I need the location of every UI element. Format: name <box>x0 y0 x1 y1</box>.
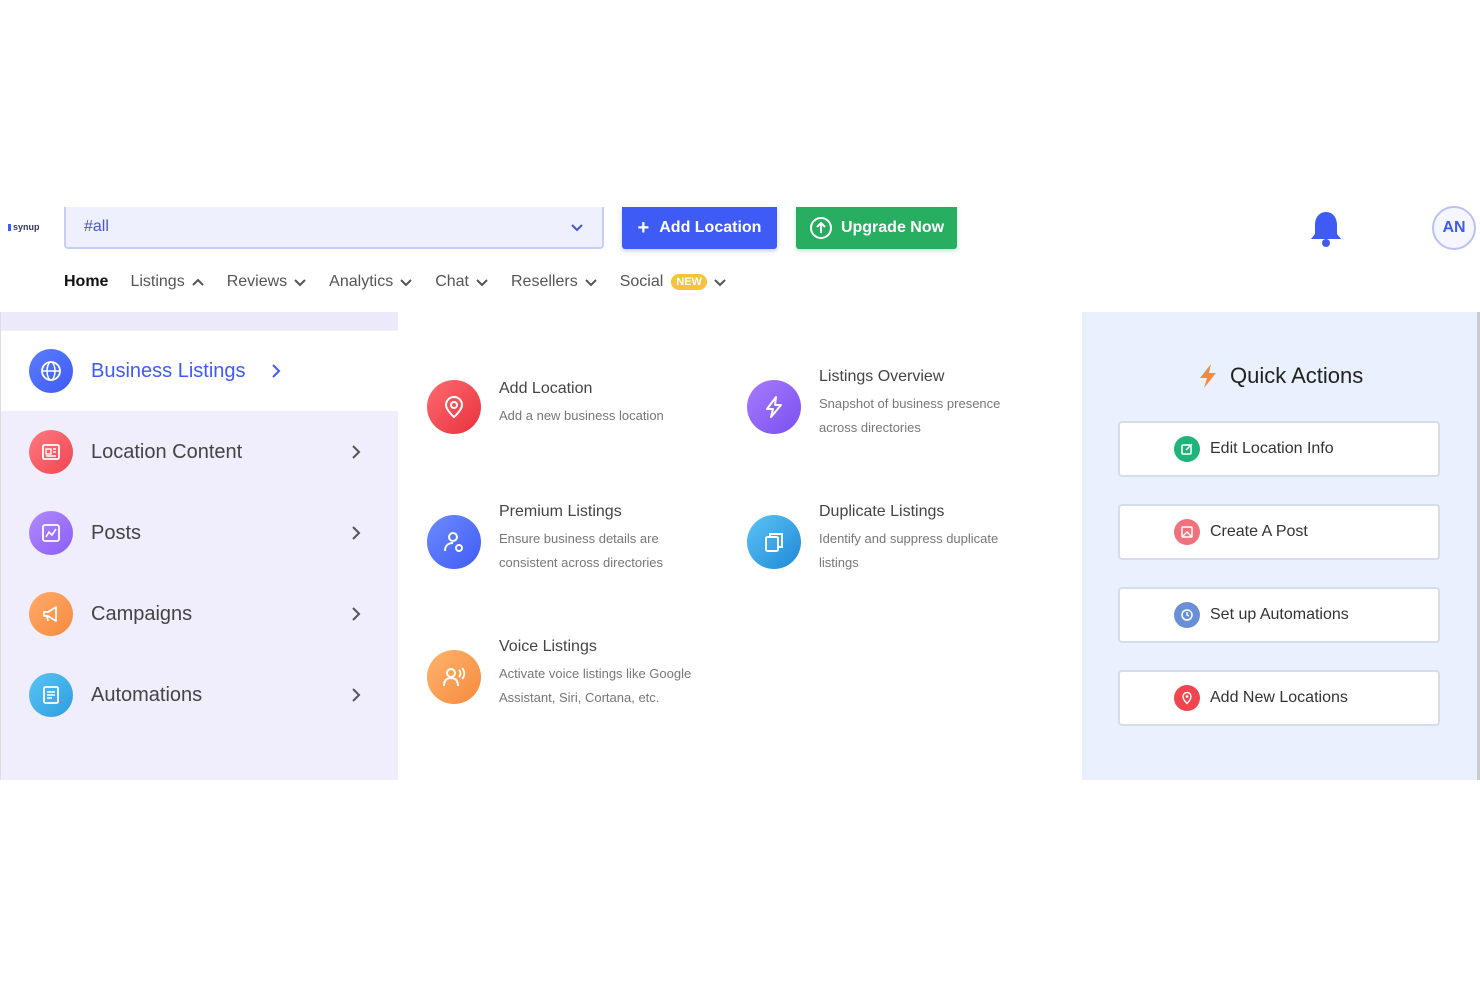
avatar-initials: AN <box>1442 219 1466 236</box>
nav-listings[interactable]: Listings <box>130 273 204 291</box>
add-new-locations-button[interactable]: Add New Locations <box>1118 670 1440 726</box>
edit-icon <box>1174 436 1200 462</box>
user-pin-icon <box>427 515 481 569</box>
chevron-right-icon <box>272 364 281 378</box>
menu-item-desc: Activate voice listings like Google Assi… <box>499 666 692 705</box>
user-avatar[interactable]: AN <box>1432 206 1476 250</box>
nav-chat[interactable]: Chat <box>435 273 489 291</box>
category-sidebar: Business Listings Location Content Posts <box>0 312 399 780</box>
category-automations[interactable]: Automations <box>1 655 399 735</box>
menu-item-voice-listings[interactable]: Voice Listings Activate voice listings l… <box>427 638 719 710</box>
location-select[interactable]: #all <box>64 207 604 249</box>
edit-location-info-button[interactable]: Edit Location Info <box>1118 421 1440 477</box>
nav-reviews[interactable]: Reviews <box>227 273 307 291</box>
menu-item-duplicate-listings[interactable]: Duplicate Listings Identify and suppress… <box>747 503 1039 575</box>
nav-resellers[interactable]: Resellers <box>511 273 598 291</box>
synup-logo[interactable]: synup <box>8 222 40 232</box>
chevron-right-icon <box>352 445 361 459</box>
menu-item-title: Duplicate Listings <box>819 503 945 520</box>
upgrade-now-button[interactable]: Upgrade Now <box>796 207 957 249</box>
nav-analytics[interactable]: Analytics <box>329 273 413 291</box>
chevron-down-icon <box>714 279 726 287</box>
upload-circle-icon <box>809 217 832 239</box>
category-location-content[interactable]: Location Content <box>1 412 399 492</box>
category-label: Posts <box>91 521 142 544</box>
voice-icon <box>427 650 481 704</box>
create-a-post-button[interactable]: Create A Post <box>1118 504 1440 560</box>
nav-social[interactable]: Social NEW <box>620 273 727 291</box>
nav-resellers-label: Resellers <box>511 273 578 290</box>
menu-item-title: Premium Listings <box>499 503 622 520</box>
clock-icon <box>1174 602 1200 628</box>
globe-icon <box>29 349 73 393</box>
plus-icon: + <box>637 217 650 239</box>
quick-action-label: Set up Automations <box>1210 606 1349 623</box>
nav-chat-label: Chat <box>435 273 469 290</box>
quick-actions-title: Quick Actions <box>1230 363 1364 388</box>
chevron-down-icon <box>476 279 488 287</box>
chevron-right-icon <box>352 526 361 540</box>
copy-icon <box>747 515 801 569</box>
chevron-down-icon <box>294 279 306 287</box>
menu-item-add-location[interactable]: Add Location Add a new business location <box>427 380 719 434</box>
nav-home[interactable]: Home <box>64 273 108 291</box>
location-pin-icon <box>1174 685 1200 711</box>
category-label: Automations <box>91 683 203 706</box>
chevron-down-icon <box>400 279 412 287</box>
megaphone-icon <box>29 592 73 636</box>
notification-bell-icon[interactable] <box>1308 209 1344 249</box>
listings-mega-menu: Business Listings Location Content Posts <box>0 312 1480 780</box>
nav-reviews-label: Reviews <box>226 273 288 290</box>
main-nav: Home Listings Reviews Analytics Chat Res… <box>64 273 749 291</box>
lightning-icon <box>747 380 801 434</box>
menu-item-title: Listings Overview <box>819 368 945 385</box>
menu-item-desc: Identify and suppress duplicate listings <box>819 531 999 570</box>
chart-icon <box>29 511 73 555</box>
document-icon <box>29 430 73 474</box>
category-label: Location Content <box>91 440 243 463</box>
set-up-automations-button[interactable]: Set up Automations <box>1118 587 1440 643</box>
upgrade-now-label: Upgrade Now <box>840 219 945 236</box>
menu-item-listings-overview[interactable]: Listings Overview Snapshot of business p… <box>747 368 1039 440</box>
category-label: Campaigns <box>91 602 193 625</box>
nav-analytics-label: Analytics <box>329 273 394 290</box>
category-campaigns[interactable]: Campaigns <box>1 574 399 654</box>
quick-action-label: Create A Post <box>1210 523 1308 540</box>
add-location-label: Add Location <box>659 219 762 236</box>
quick-action-label: Edit Location Info <box>1210 440 1334 457</box>
logo-text: synup <box>13 222 40 232</box>
category-label: Business Listings <box>91 359 246 382</box>
chevron-right-icon <box>352 607 361 621</box>
new-badge: NEW <box>671 274 707 290</box>
menu-item-title: Voice Listings <box>499 638 597 655</box>
category-business-listings[interactable]: Business Listings <box>1 331 399 411</box>
quick-actions-header: Quick Actions <box>1196 362 1363 390</box>
menu-item-desc: Add a new business location <box>499 408 664 423</box>
location-select-value: #all <box>84 218 109 235</box>
menu-item-desc: Snapshot of business presence across dir… <box>819 396 1001 435</box>
chevron-down-icon <box>584 279 597 287</box>
app: synup #all + Add Location Upgrade Now AN… <box>0 206 1480 780</box>
chevron-up-icon <box>191 278 204 286</box>
nav-listings-label: Listings <box>130 273 185 290</box>
quick-actions-panel: Quick Actions Edit Location Info Create … <box>1082 312 1480 780</box>
menu-items-area: Add Location Add a new business location… <box>398 312 1082 780</box>
location-pin-icon <box>427 380 481 434</box>
menu-item-desc: Ensure business details are consistent a… <box>499 531 664 570</box>
add-location-button[interactable]: + Add Location <box>622 207 777 249</box>
menu-item-premium-listings[interactable]: Premium Listings Ensure business details… <box>427 503 719 575</box>
list-icon <box>29 673 73 717</box>
lightning-icon <box>1200 364 1216 388</box>
category-posts[interactable]: Posts <box>1 493 399 573</box>
image-icon <box>1174 519 1200 545</box>
nav-home-label: Home <box>64 273 109 290</box>
chevron-right-icon <box>352 688 361 702</box>
nav-social-label: Social <box>619 273 664 290</box>
quick-action-label: Add New Locations <box>1210 689 1348 706</box>
chevron-down-icon <box>571 224 583 232</box>
menu-item-title: Add Location <box>499 380 593 397</box>
